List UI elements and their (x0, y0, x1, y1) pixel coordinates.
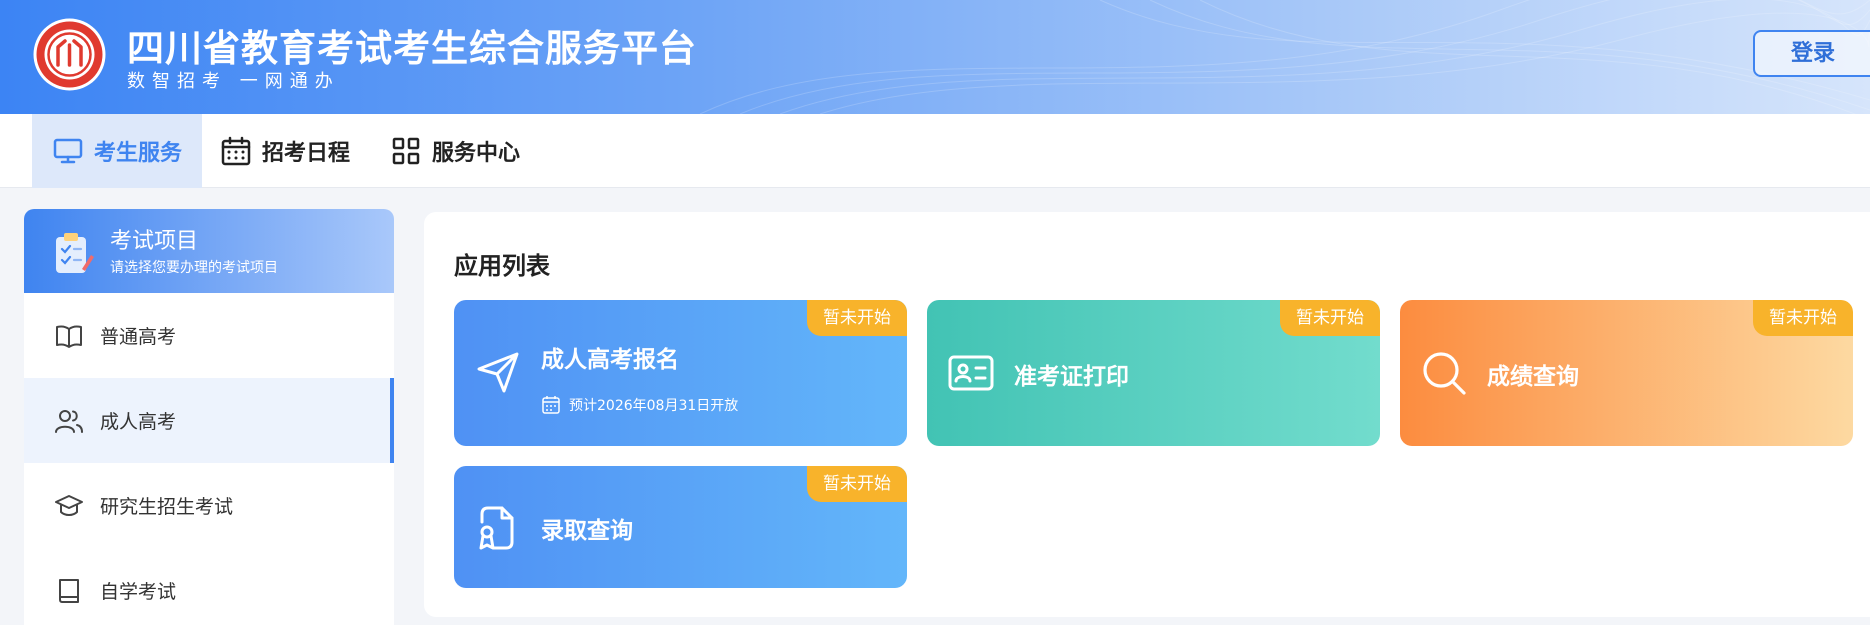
site-logo (33, 18, 106, 91)
app-list-panel: 应用列表 成人高考报名 预计2026年08月31日开放 暂未开始 准考证打印 暂… (424, 212, 1870, 617)
id-card-icon (948, 355, 994, 391)
sidebar-item-general-gaokao[interactable]: 普通高考 (24, 293, 394, 378)
calendar-icon (542, 396, 560, 414)
app-card-admission-query[interactable]: 录取查询 暂未开始 (454, 466, 907, 588)
send-icon (477, 352, 519, 393)
sidebar-item-self-study-exam[interactable]: 自学考试 (24, 548, 394, 625)
site-header: 四川省教育考试考生综合服务平台 数智招考 一网通办 登录 (0, 0, 1870, 114)
monitor-icon (53, 138, 83, 164)
grid-icon (392, 137, 420, 165)
book-open-icon (56, 324, 82, 348)
users-icon (55, 409, 83, 433)
sidebar-item-graduate-exam[interactable]: 研究生招生考试 (24, 463, 394, 548)
nav-tab-label: 服务中心 (432, 141, 521, 166)
app-card-adult-gaokao-registration[interactable]: 成人高考报名 预计2026年08月31日开放 暂未开始 (454, 300, 907, 446)
sidebar-header: 考试项目 请选择您要办理的考试项目 (24, 209, 394, 293)
sidebar-item-label: 自学考试 (100, 581, 177, 603)
sidebar-subtitle: 请选择您要办理的考试项目 (110, 260, 278, 276)
exam-project-sidebar: 考试项目 请选择您要办理的考试项目 普通高考 成人高考 研究生招生考试 自学考试 (24, 209, 394, 625)
main-nav: 考生服务 招考日程 服务中心 (0, 114, 1870, 188)
status-badge: 暂未开始 (807, 466, 907, 502)
app-card-title: 成绩查询 (1487, 364, 1579, 390)
app-list-title: 应用列表 (454, 252, 550, 280)
nav-tab-service-center[interactable]: 服务中心 (390, 114, 520, 188)
app-card-subtitle: 预计2026年08月31日开放 (569, 398, 739, 414)
nav-tab-student-services[interactable]: 考生服务 (32, 114, 202, 188)
app-card-title: 录取查询 (541, 518, 633, 544)
book-icon (59, 578, 79, 603)
certificate-file-icon (479, 506, 514, 550)
app-card-title: 准考证打印 (1014, 364, 1129, 390)
status-badge: 暂未开始 (1280, 300, 1380, 336)
site-title: 四川省教育考试考生综合服务平台 (127, 27, 697, 70)
calendar-icon (221, 136, 251, 166)
app-card-admission-ticket-print[interactable]: 准考证打印 暂未开始 (927, 300, 1380, 446)
site-slogan: 数智招考 一网通办 (127, 71, 340, 92)
status-badge: 暂未开始 (1753, 300, 1853, 336)
status-badge: 暂未开始 (807, 300, 907, 336)
clipboard-icon (56, 233, 94, 273)
app-card-open-date: 预计2026年08月31日开放 (541, 395, 738, 415)
sidebar-title: 考试项目 (110, 229, 199, 254)
sidebar-item-adult-gaokao[interactable]: 成人高考 (24, 378, 394, 463)
sidebar-item-label: 研究生招生考试 (100, 496, 234, 518)
nav-tab-label: 招考日程 (262, 141, 351, 166)
login-button[interactable]: 登录 (1753, 30, 1870, 77)
search-icon (1423, 352, 1466, 395)
sidebar-item-label: 成人高考 (100, 411, 177, 433)
nav-tab-label: 考生服务 (94, 141, 183, 166)
app-card-title: 成人高考报名 (541, 347, 679, 373)
app-card-score-query[interactable]: 成绩查询 暂未开始 (1400, 300, 1853, 446)
graduation-cap-icon (55, 494, 83, 516)
sidebar-item-label: 普通高考 (100, 326, 177, 348)
nav-tab-exam-schedule[interactable]: 招考日程 (220, 114, 350, 188)
